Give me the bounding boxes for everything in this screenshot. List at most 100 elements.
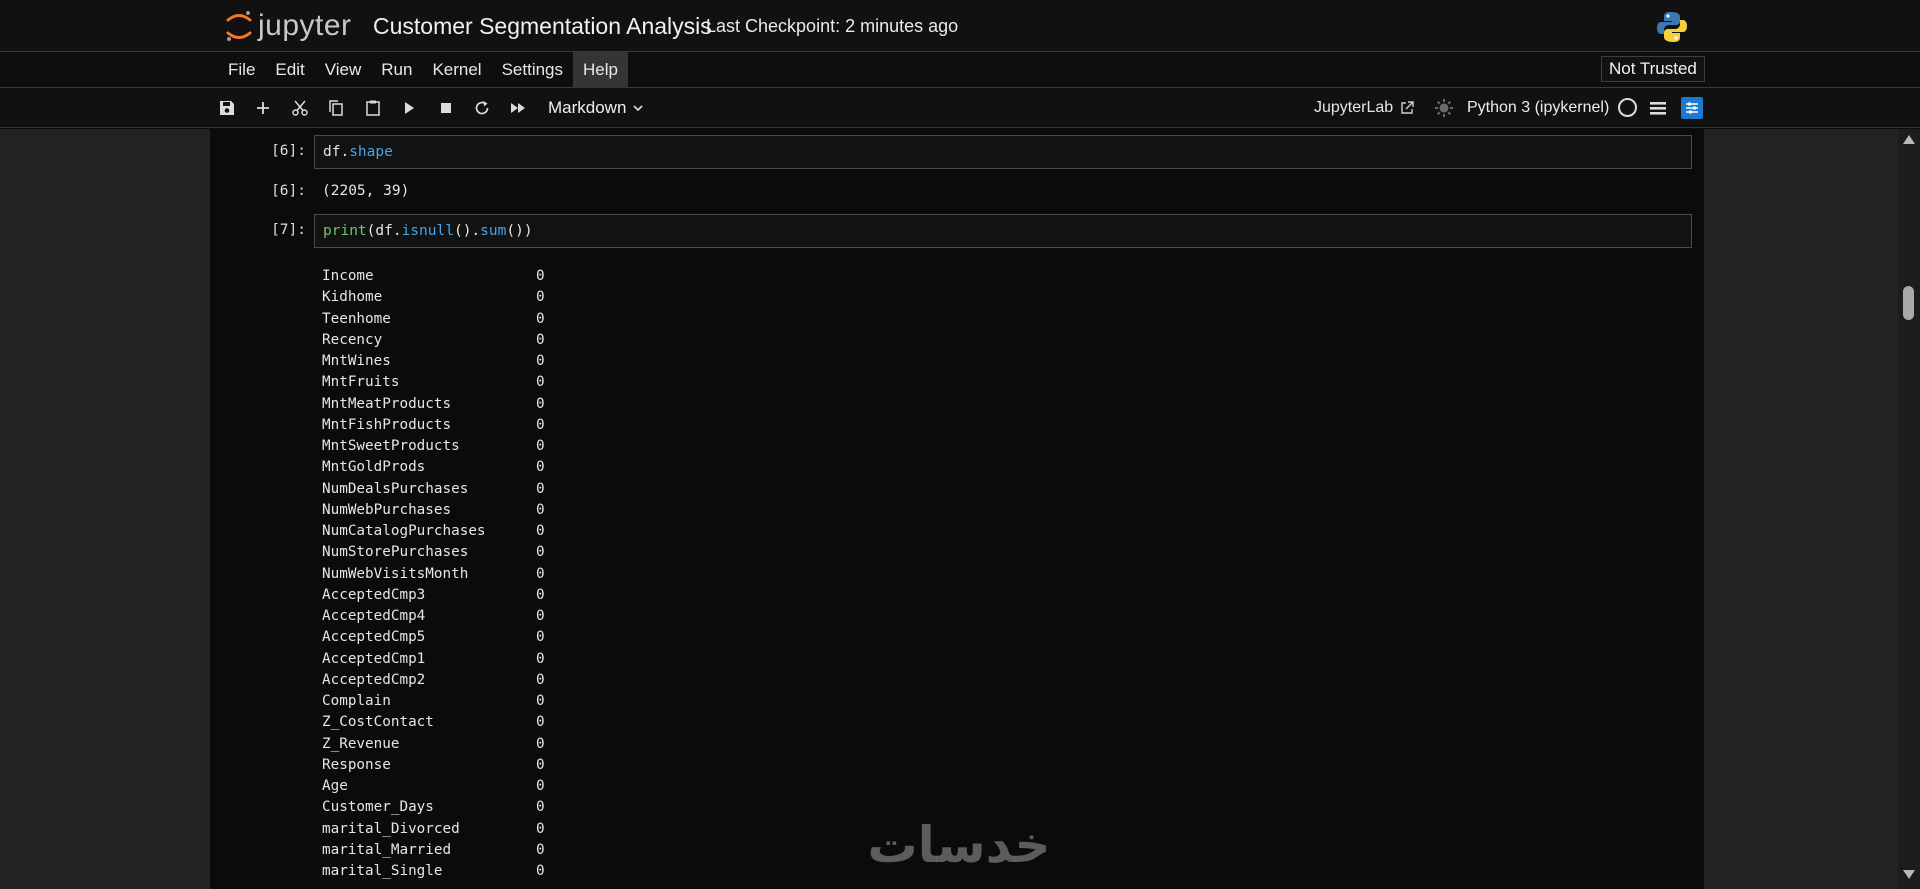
output-row-label: NumStorePurchases — [322, 544, 469, 561]
output-row-label: Response — [322, 756, 391, 773]
output-row-value: 0 — [536, 310, 545, 327]
output-row-label: Income — [322, 268, 374, 284]
output-row: Recency 0 — [322, 330, 545, 351]
output-row-value: 0 — [536, 608, 545, 624]
menu-edit[interactable]: Edit — [265, 52, 314, 88]
menu-view[interactable]: View — [315, 52, 372, 88]
output-row-value: 0 — [536, 268, 545, 284]
trust-indicator[interactable]: Not Trusted — [1601, 56, 1705, 82]
output-row-value: 0 — [536, 501, 545, 518]
output-row-label: Age — [322, 778, 348, 794]
output-row-label: MntFruits — [322, 374, 400, 391]
output-row-label: MntMeatProducts — [322, 395, 452, 412]
output-row-label: NumCatalogPurchases — [322, 523, 486, 539]
cut-icon — [292, 100, 308, 116]
output-row-value: 0 — [536, 416, 545, 433]
kernel-idle-icon — [1618, 98, 1637, 117]
scroll-thumb[interactable] — [1903, 286, 1914, 320]
output-row-value: 0 — [536, 778, 545, 794]
output-row-value: 0 — [536, 480, 545, 497]
output-row: Age 0 — [322, 776, 545, 797]
jupyterlab-label: JupyterLab — [1314, 99, 1394, 116]
output-row-label: MntFishProducts — [322, 416, 452, 433]
svg-text:خدسات: خدسات — [867, 818, 1050, 874]
output-row-label: MntWines — [322, 353, 391, 369]
restart-run-all-button[interactable] — [506, 96, 530, 120]
menu-lines-icon[interactable] — [1646, 96, 1670, 120]
run-button[interactable] — [397, 96, 421, 120]
watermark-logo: خدسات — [867, 818, 1050, 874]
cell-type-select[interactable]: Markdown — [548, 96, 644, 120]
menu-help[interactable]: Help — [573, 52, 628, 88]
cell-7-input[interactable]: print(df.isnull().sum()) — [314, 214, 1692, 248]
copy-button[interactable] — [324, 96, 348, 120]
menu-file[interactable]: File — [218, 52, 265, 88]
external-link-icon — [1401, 101, 1414, 114]
output-row-value: 0 — [536, 289, 545, 306]
output-row-label: AcceptedCmp2 — [322, 671, 426, 688]
cell-6-input-prompt: [6]: — [271, 143, 306, 159]
code-token: ()) — [506, 223, 533, 239]
output-row: Customer_Days 0 — [322, 797, 545, 818]
paste-button[interactable] — [361, 96, 385, 120]
cell-6-output: (2205, 39) — [322, 183, 410, 199]
output-row-value: 0 — [536, 374, 545, 391]
restart-icon — [475, 101, 489, 115]
output-row-value: 0 — [536, 671, 545, 688]
output-row-label: MntSweetProducts — [322, 438, 460, 454]
output-row-value: 0 — [536, 841, 545, 858]
output-row: Complain 0 — [322, 691, 545, 712]
right-gutter — [1704, 129, 1898, 889]
cell-7-output: Income 0 Kidhome 0 Teenhome 0 Recency 0 MntWines… — [322, 266, 545, 882]
copy-icon — [329, 100, 343, 116]
notebook-toolbar: Markdown JupyterLab Python 3 (ipykernel) — [0, 88, 1920, 128]
left-gutter — [0, 129, 210, 889]
output-row-label: AcceptedCmp5 — [322, 629, 426, 646]
fast-forward-icon — [511, 103, 525, 113]
stop-button[interactable] — [434, 96, 458, 120]
scroll-down-icon[interactable] — [1903, 870, 1915, 879]
notebook-title[interactable]: Customer Segmentation Analysis — [373, 13, 712, 40]
output-row-value: 0 — [536, 799, 545, 816]
output-row-label: marital_Married — [322, 841, 452, 858]
menu-settings[interactable]: Settings — [492, 52, 573, 88]
output-row-value: 0 — [536, 756, 545, 773]
output-row: MntSweetProducts 0 — [322, 436, 545, 457]
code-token: (df. — [366, 223, 402, 239]
code-method: sum — [480, 223, 507, 239]
output-row-label: NumWebVisitsMonth — [322, 565, 469, 582]
output-row-label: Z_Revenue — [322, 735, 400, 752]
output-row-label: Customer_Days — [322, 799, 434, 816]
cut-button[interactable] — [288, 96, 312, 120]
settings-toggle-button[interactable] — [1681, 97, 1703, 119]
output-row-label: marital_Divorced — [322, 820, 460, 837]
output-row: marital_Single 0 — [322, 861, 545, 882]
output-row: Teenhome 0 — [322, 309, 545, 330]
output-row-value: 0 — [536, 650, 545, 667]
menu-bar: File Edit View Run Kernel Settings Help … — [0, 52, 1920, 88]
scrollbar[interactable] — [1898, 129, 1920, 889]
save-icon — [220, 101, 234, 115]
output-row-value: 0 — [536, 523, 545, 539]
cell-6-input[interactable]: df.shape — [314, 135, 1692, 169]
jupyter-logo[interactable]: jupyter — [224, 6, 352, 46]
kernel-status-icon — [1435, 99, 1453, 117]
menu-kernel[interactable]: Kernel — [422, 52, 491, 88]
save-button[interactable] — [215, 96, 239, 120]
output-row-label: marital_Single — [322, 863, 443, 879]
notebook-panel[interactable]: [6]: df.shape [6]: (2205, 39) [7]: print… — [210, 129, 1704, 889]
output-row: Z_CostContact 0 — [322, 712, 545, 733]
output-row-value: 0 — [536, 459, 545, 476]
restart-button[interactable] — [470, 96, 494, 120]
output-row-label: NumWebPurchases — [322, 501, 452, 518]
output-row-label: AcceptedCmp1 — [322, 650, 426, 667]
output-row-value: 0 — [536, 863, 545, 879]
menu-run[interactable]: Run — [371, 52, 422, 88]
kernel-name[interactable]: Python 3 (ipykernel) — [1467, 96, 1609, 120]
code-token: (). — [453, 223, 481, 239]
open-jupyterlab-link[interactable]: JupyterLab — [1314, 96, 1415, 120]
run-icon — [405, 102, 414, 114]
add-cell-button[interactable] — [251, 96, 275, 120]
output-row: NumWebVisitsMonth 0 — [322, 564, 545, 585]
scroll-up-icon[interactable] — [1903, 135, 1915, 144]
